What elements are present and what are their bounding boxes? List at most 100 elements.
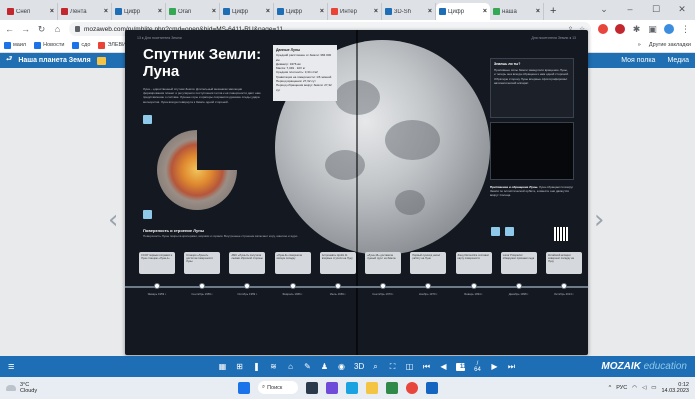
volume-icon[interactable]: ◁ [642, 385, 646, 391]
moon-fact-line: Средний расстояние от Земли: 384 000 км [276, 53, 332, 62]
reload-icon[interactable]: ↻ [37, 24, 46, 35]
menu-dots-icon[interactable]: ⋮ [681, 24, 690, 35]
chevron-down-icon[interactable]: ⌄ [591, 0, 617, 20]
new-tab-button[interactable]: + [544, 3, 562, 20]
browser-tab[interactable]: Oran × [166, 3, 220, 20]
tab-close-icon[interactable]: × [428, 8, 432, 15]
layers-icon[interactable]: ≋ [269, 362, 278, 371]
windows-start-icon[interactable] [238, 381, 250, 394]
back-arrow-icon[interactable]: ⮐ [6, 55, 12, 66]
lang-indicator[interactable]: РУС [616, 385, 627, 391]
file-explorer-icon[interactable] [366, 381, 378, 394]
weather-widget[interactable]: 3°C Cloudy [6, 382, 37, 395]
browser-tab[interactable]: Цифр × [274, 3, 328, 20]
3d-icon[interactable]: 3D [354, 362, 364, 371]
tab-close-icon[interactable]: × [104, 8, 108, 15]
qr-code[interactable] [554, 227, 568, 241]
bookmark-label: маил [13, 42, 27, 48]
pen-icon[interactable]: ✎ [303, 362, 312, 371]
3d-model-icon[interactable] [143, 210, 152, 219]
tab-close-icon[interactable]: × [536, 8, 540, 15]
wifi-icon[interactable]: ◠ [632, 385, 637, 391]
first-page-icon[interactable]: ⏮ [422, 362, 431, 372]
battery-icon[interactable]: ▭ [651, 385, 656, 391]
browser-tab[interactable]: Снеп × [4, 3, 58, 20]
tab-close-icon[interactable]: × [320, 8, 324, 15]
browser-tab[interactable]: Цифр × [112, 3, 166, 20]
prev-page-arrow-icon[interactable]: ‹ [108, 205, 118, 235]
timeline-date: Январь 1959 г. [147, 292, 167, 296]
chevron-up-icon[interactable]: ^ [609, 385, 612, 391]
chrome-icon[interactable] [406, 381, 418, 394]
timeline-event-card: АМС «Луна-3» получила снимки обратной ст… [229, 252, 266, 274]
timeline-date: Декабрь 1998 г. [508, 292, 529, 296]
tab-close-icon[interactable]: × [50, 8, 54, 15]
forward-icon[interactable]: → [21, 24, 30, 34]
media-icon[interactable] [143, 115, 152, 124]
browser-tab[interactable]: Цифр × [220, 3, 274, 20]
browser-tab[interactable]: 3D-Sh × [382, 3, 436, 20]
teams-icon[interactable] [326, 381, 338, 394]
extension-opera-icon[interactable] [598, 24, 608, 34]
page-number-input[interactable]: 11 [456, 362, 466, 371]
tab-label: Цифр [448, 8, 465, 15]
did-you-know-title: Знаешь ли ты? [494, 62, 521, 66]
prev-page-icon[interactable]: ◀ [439, 362, 448, 371]
extension-red-icon[interactable] [615, 24, 625, 34]
taskbar-search[interactable]: ⌕ Поиск [258, 381, 298, 394]
tab-close-icon[interactable]: × [158, 8, 162, 15]
clock[interactable]: 0:12 14.03.2023 [661, 382, 689, 395]
museum-icon[interactable]: ⌂ [286, 362, 295, 371]
tab-close-icon[interactable]: × [266, 8, 270, 15]
my-shelf-link[interactable]: Моя полка [621, 57, 655, 64]
home-icon[interactable]: ⌂ [53, 24, 62, 34]
grid-icon[interactable]: ⊞ [235, 362, 244, 371]
timeline-dot [425, 283, 432, 289]
tab-label: Цифр [124, 8, 141, 15]
animation-icon[interactable] [491, 227, 500, 236]
next-page-icon[interactable]: ▶ [490, 362, 499, 371]
timeline-date: Ноябрь 1970 г. [418, 292, 438, 296]
close-icon[interactable]: ✕ [669, 0, 695, 20]
bookmarks-other[interactable]: » Другие закладки [638, 42, 691, 48]
word-icon[interactable] [426, 381, 438, 394]
tab-close-icon[interactable]: × [212, 8, 216, 15]
puzzle-icon[interactable]: ✱ [632, 24, 641, 35]
timeline-event-card: Китайский аппарат совершил посадку на Лу… [546, 252, 582, 274]
table-of-contents-icon[interactable]: ▦ [218, 362, 227, 371]
moon-cutaway [197, 130, 237, 170]
video-icon[interactable] [505, 227, 514, 236]
zoom-icon[interactable]: ⌕ [371, 362, 380, 372]
back-icon[interactable]: ← [5, 24, 14, 34]
bookmark-icon[interactable]: ❚ [252, 362, 261, 371]
next-page-arrow-icon[interactable]: › [594, 205, 604, 235]
timeline-date: Сентябрь 1959 г. [191, 292, 214, 296]
bookmark-label: Новости [43, 42, 65, 48]
tab-close-icon[interactable]: × [483, 8, 487, 15]
tab-favicon-icon [169, 8, 176, 15]
last-page-icon[interactable]: ⏭ [507, 362, 516, 372]
fullscreen-icon[interactable]: ⛶ [388, 362, 397, 372]
bookmark-item[interactable]: маил [4, 41, 27, 49]
person-icon[interactable]: ♟ [320, 362, 329, 371]
profile-avatar-icon[interactable] [664, 24, 674, 34]
browser-tab[interactable]: Интер × [328, 3, 382, 20]
task-view-icon[interactable] [306, 381, 318, 394]
browser-tab[interactable]: Цифр × [436, 3, 490, 20]
bookmark-item[interactable]: Новости [34, 41, 65, 49]
browser-tab[interactable]: наша × [490, 3, 544, 20]
play-icon[interactable]: ◉ [337, 362, 346, 371]
media-link[interactable]: Медиа [667, 57, 689, 64]
two-page-icon[interactable]: ◫ [405, 362, 414, 371]
page-total: / 64 [474, 360, 481, 373]
maximize-icon[interactable]: ☐ [643, 0, 669, 20]
minimize-icon[interactable]: – [617, 0, 643, 20]
tab-favicon-icon [331, 8, 338, 15]
vscode-icon[interactable] [346, 381, 358, 394]
browser-tab[interactable]: Лента × [58, 3, 112, 20]
store-icon[interactable] [386, 381, 398, 394]
bookmark-item[interactable]: сдо [72, 41, 90, 49]
tab-close-icon[interactable]: × [374, 8, 378, 15]
menu-icon[interactable]: ≡ [8, 361, 20, 373]
sidebar-icon[interactable]: ▣ [648, 24, 657, 35]
